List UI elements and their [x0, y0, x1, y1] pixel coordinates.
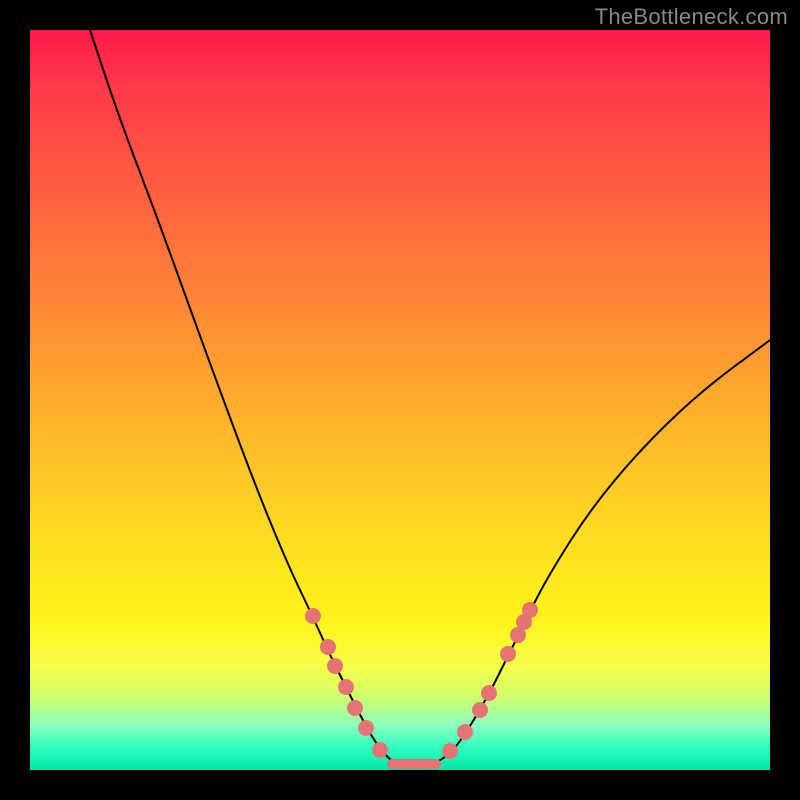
- marker-dot: [358, 720, 374, 736]
- marker-dot: [457, 724, 473, 740]
- chart-frame: TheBottleneck.com: [0, 0, 800, 800]
- marker-dot: [472, 702, 488, 718]
- marker-dot: [305, 608, 321, 624]
- marker-dot: [372, 742, 388, 758]
- watermark-text: TheBottleneck.com: [595, 4, 788, 30]
- marker-dot: [320, 639, 336, 655]
- marker-dot: [522, 602, 538, 618]
- marker-dot: [338, 679, 354, 695]
- bottleneck-curve: [90, 30, 770, 765]
- marker-dots: [305, 602, 538, 759]
- marker-dot: [442, 743, 458, 759]
- marker-dot: [327, 658, 343, 674]
- curve-svg: [30, 30, 770, 770]
- plot-area: [30, 30, 770, 770]
- marker-dot: [481, 685, 497, 701]
- marker-dot: [347, 700, 363, 716]
- marker-dot: [500, 646, 516, 662]
